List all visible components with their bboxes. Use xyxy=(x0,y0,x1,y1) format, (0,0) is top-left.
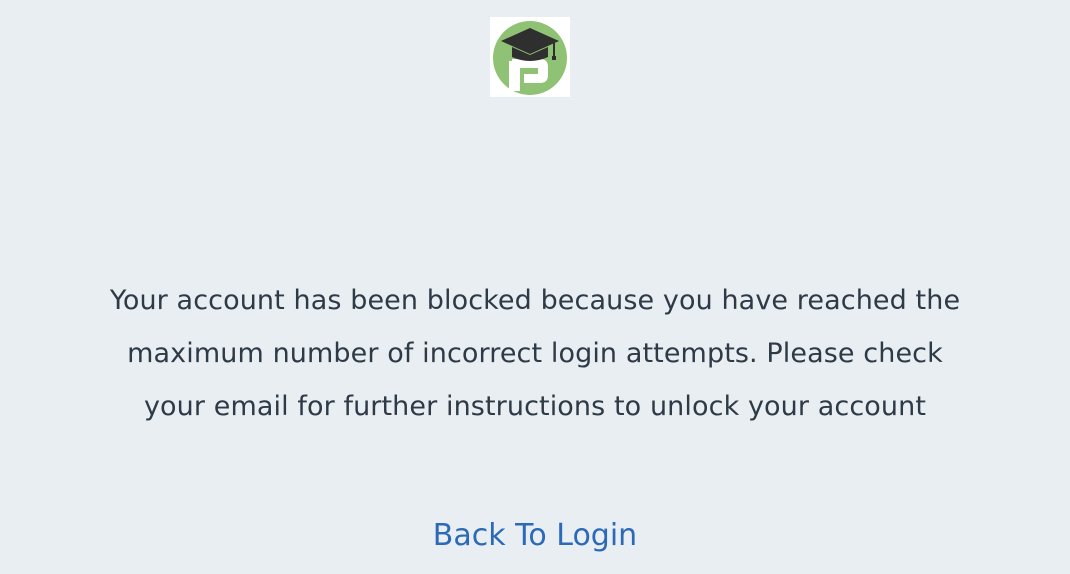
message-line: your email for further instructions to u… xyxy=(143,391,927,422)
message-line: maximum number of incorrect login attemp… xyxy=(127,338,943,369)
app-logo xyxy=(490,17,570,97)
graduation-cap-logo-icon xyxy=(493,21,567,95)
blocked-account-page: Your account has been blocked because yo… xyxy=(0,0,1070,574)
account-blocked-message: Your account has been blocked because yo… xyxy=(0,274,1070,433)
message-line: Your account has been blocked because yo… xyxy=(109,285,961,316)
back-to-login-link[interactable]: Back To Login xyxy=(0,514,1070,558)
